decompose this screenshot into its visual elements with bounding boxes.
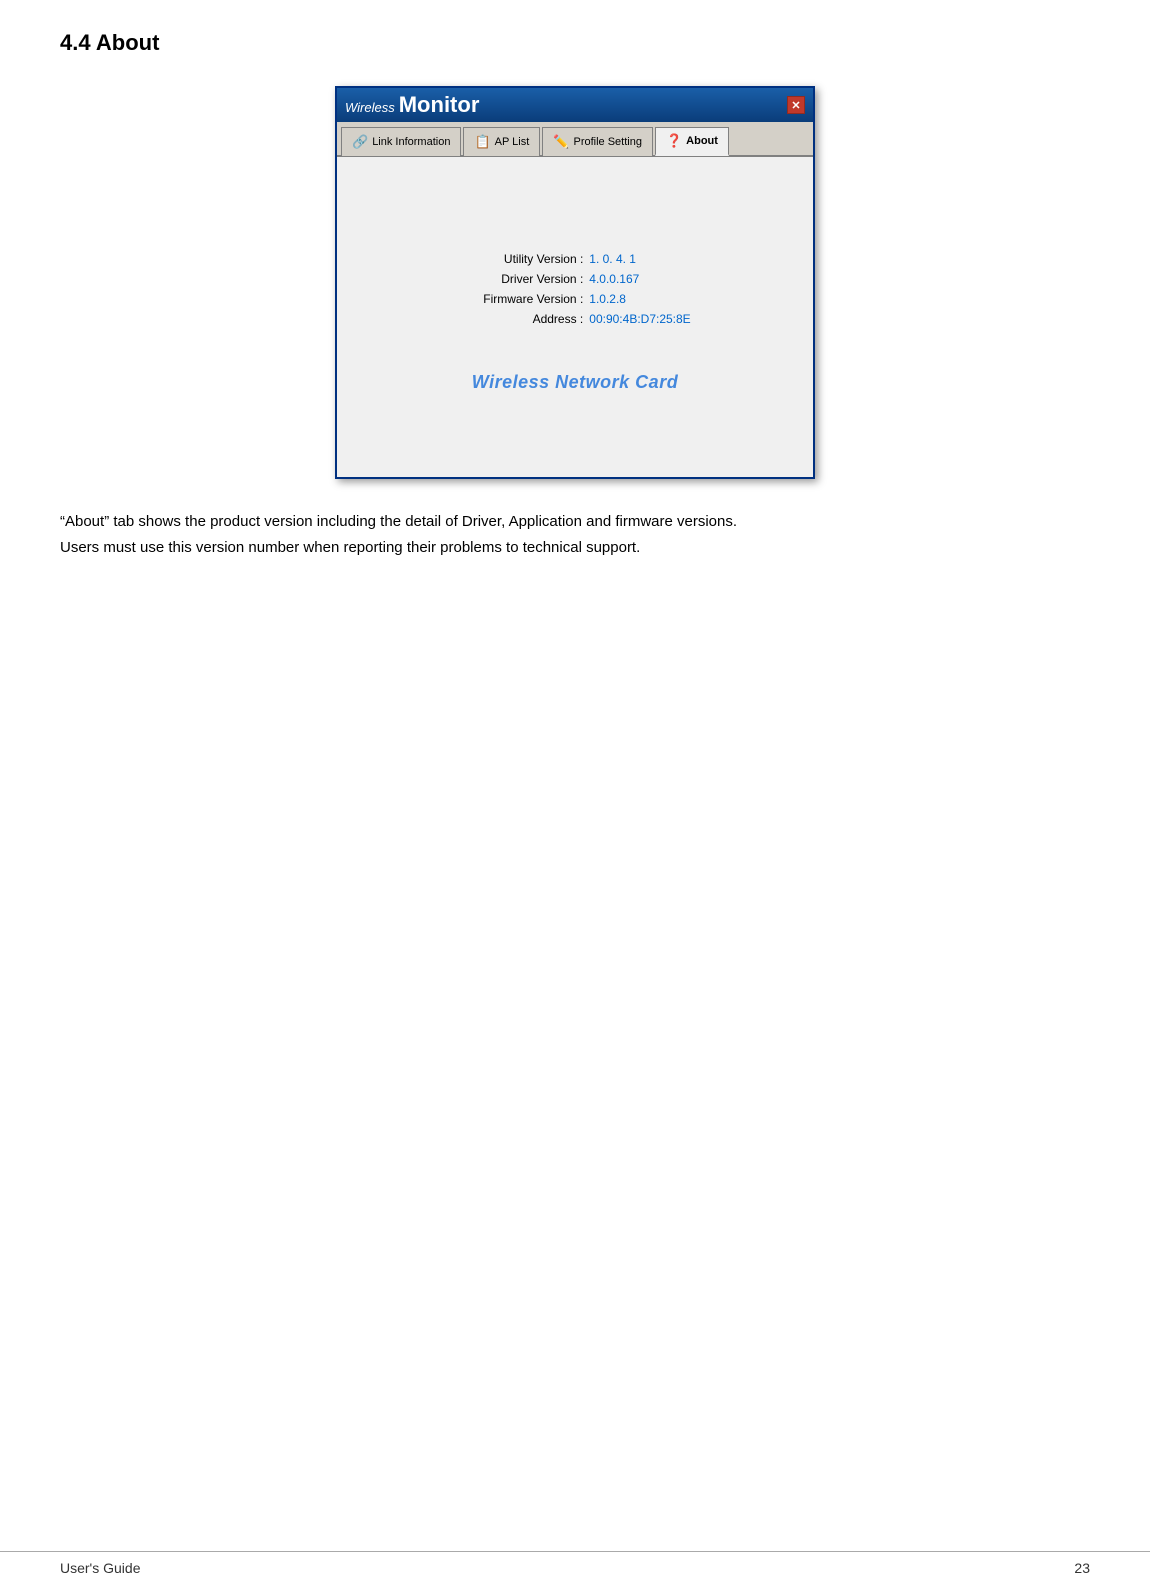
page-content: 4.4 About Wireless Monitor ✕ 🔗 Link Info… <box>0 0 1150 620</box>
firmware-version-label: Firmware Version : <box>459 292 589 306</box>
utility-version-label: Utility Version : <box>459 252 589 266</box>
driver-version-row: Driver Version : 4.0.0.167 <box>459 272 690 286</box>
footer-right: 23 <box>1074 1560 1090 1576</box>
description-line2: Users must use this version number when … <box>60 535 1090 561</box>
tab-about-label: About <box>686 135 718 147</box>
win-title-text: Wireless Monitor <box>345 92 479 118</box>
utility-version-row: Utility Version : 1. 0. 4. 1 <box>459 252 690 266</box>
win-title-monitor: Monitor <box>399 92 480 118</box>
utility-version-value: 1. 0. 4. 1 <box>589 252 636 266</box>
footer-bar: User's Guide 23 <box>0 1551 1150 1584</box>
tab-link-information[interactable]: 🔗 Link Information <box>341 127 461 156</box>
tab-profile-setting[interactable]: ✏️ Profile Setting <box>542 127 653 156</box>
tab-about[interactable]: ❓ About <box>655 127 729 156</box>
tab-ap-list[interactable]: 📋 AP List <box>463 127 540 156</box>
footer-left: User's Guide <box>60 1560 140 1576</box>
driver-version-value: 4.0.0.167 <box>589 272 639 286</box>
win-tabs: 🔗 Link Information 📋 AP List ✏️ Profile … <box>337 122 813 157</box>
ap-list-icon: 📋 <box>474 134 490 150</box>
info-table: Utility Version : 1. 0. 4. 1 Driver Vers… <box>459 252 690 332</box>
firmware-version-row: Firmware Version : 1.0.2.8 <box>459 292 690 306</box>
driver-version-label: Driver Version : <box>459 272 589 286</box>
win-close-button[interactable]: ✕ <box>787 96 805 114</box>
section-heading: 4.4 About <box>60 30 1090 56</box>
win-body: Utility Version : 1. 0. 4. 1 Driver Vers… <box>337 157 813 477</box>
page-description: “About” tab shows the product version in… <box>60 509 1090 560</box>
win-brand-text: Wireless Network Card <box>472 372 678 393</box>
tab-ap-list-label: AP List <box>495 136 530 148</box>
screenshot-container: Wireless Monitor ✕ 🔗 Link Information 📋 … <box>60 86 1090 479</box>
address-label: Address : <box>459 312 589 326</box>
tab-profile-setting-label: Profile Setting <box>573 136 641 148</box>
win-titlebar: Wireless Monitor ✕ <box>337 88 813 122</box>
address-row: Address : 00:90:4B:D7:25:8E <box>459 312 690 326</box>
firmware-version-value: 1.0.2.8 <box>589 292 626 306</box>
link-info-icon: 🔗 <box>352 134 368 150</box>
win-dialog: Wireless Monitor ✕ 🔗 Link Information 📋 … <box>335 86 815 479</box>
address-value: 00:90:4B:D7:25:8E <box>589 312 690 326</box>
tab-link-information-label: Link Information <box>372 136 450 148</box>
about-icon: ❓ <box>666 133 682 149</box>
win-title-wireless: Wireless <box>345 100 395 115</box>
profile-setting-icon: ✏️ <box>553 134 569 150</box>
description-line1: “About” tab shows the product version in… <box>60 509 1090 535</box>
